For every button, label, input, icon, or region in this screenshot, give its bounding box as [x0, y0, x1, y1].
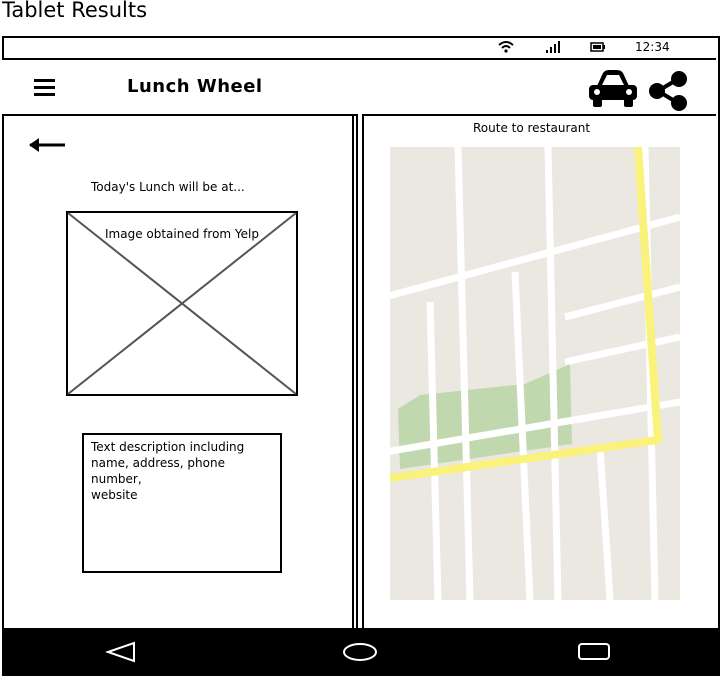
car-icon[interactable] [588, 69, 638, 109]
restaurant-description-text: Text description including name, address… [91, 440, 245, 502]
yelp-image-placeholder: Image obtained from Yelp [66, 211, 298, 396]
status-bar [2, 36, 718, 58]
recents-square-icon[interactable] [577, 642, 611, 662]
wifi-icon [498, 41, 514, 53]
battery-icon [590, 42, 605, 52]
status-time: 12:34 [635, 40, 670, 54]
image-placeholder-label: Image obtained from Yelp [105, 227, 259, 241]
menu-icon[interactable] [34, 79, 56, 97]
route-map[interactable] [390, 147, 680, 600]
lunch-intro-text: Today's Lunch will be at... [91, 180, 245, 194]
home-circle-icon[interactable] [342, 642, 378, 662]
share-icon[interactable] [648, 70, 690, 112]
route-title: Route to restaurant [473, 121, 591, 135]
back-arrow-icon[interactable] [27, 137, 67, 153]
signal-icon [546, 41, 560, 53]
restaurant-description-box: Text description including name, address… [82, 433, 282, 573]
app-title: Lunch Wheel [127, 76, 263, 97]
page-heading: Tablet Results [2, 0, 148, 22]
pane-divider [356, 114, 364, 628]
back-triangle-icon[interactable] [105, 641, 137, 663]
